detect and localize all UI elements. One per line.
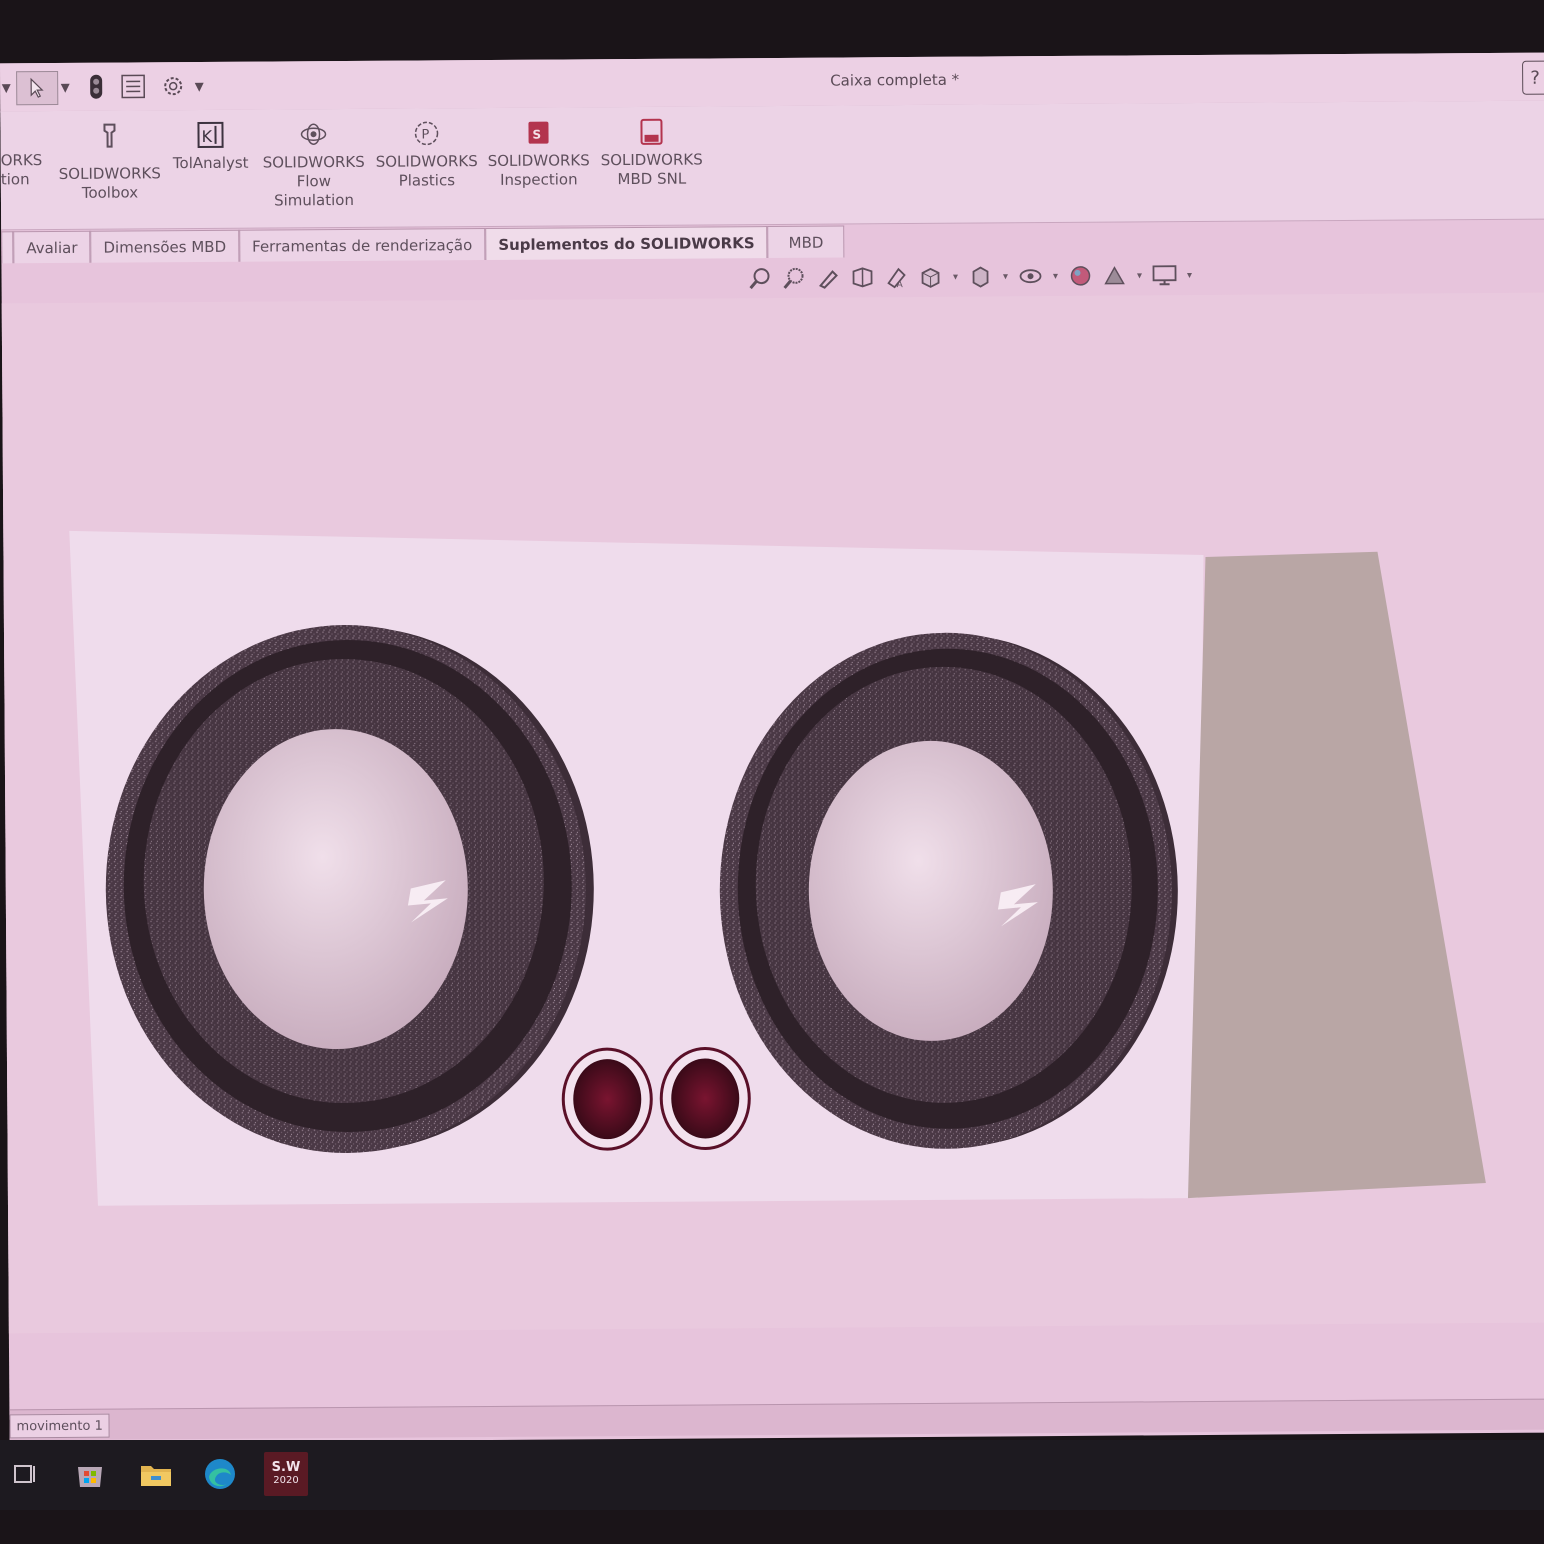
tab-suplementos-solidworks[interactable]: Suplementos do SOLIDWORKS xyxy=(485,226,768,261)
select-dropdown-icon[interactable]: ▾ xyxy=(58,71,72,103)
solidworks-window: ▾ ▾ ▾ Caixa completa * ? ORKS tion SOLID… xyxy=(0,52,1544,1444)
pointer-icon xyxy=(30,77,44,98)
ribbon-item-label: SOLIDWORKS Flow Simulation xyxy=(262,152,365,210)
windows-taskbar: S.W 2020 xyxy=(0,1440,1544,1510)
gear-icon[interactable] xyxy=(158,70,188,102)
ribbon-item-inspection[interactable]: S SOLIDWORKS Inspection xyxy=(484,117,593,190)
select-pointer-button[interactable] xyxy=(16,70,59,106)
gear-dropdown-icon[interactable]: ▾ xyxy=(192,70,206,102)
ribbon-item-mbd-snl[interactable]: SOLIDWORKS MBD SNL xyxy=(598,116,705,189)
edit-appearance-icon[interactable] xyxy=(1065,262,1095,290)
tab-avaliar[interactable]: Avaliar xyxy=(13,230,91,264)
tab-ferramentas-renderizacao[interactable]: Ferramentas de renderização xyxy=(238,228,486,262)
solidworks-badge-year: 2020 xyxy=(273,1475,299,1486)
flow-simulation-icon xyxy=(300,123,327,145)
motion-study-tab[interactable]: movimento 1 xyxy=(9,1413,110,1439)
svg-text:S: S xyxy=(532,128,541,142)
tab-mbd[interactable]: MBD xyxy=(767,225,845,259)
edge-browser-icon[interactable] xyxy=(198,1452,242,1496)
dropdown-arrow-icon[interactable]: ▾ xyxy=(0,71,12,103)
graphics-area[interactable] xyxy=(1,292,1544,1334)
speaker-left xyxy=(105,624,594,1153)
solidworks-badge-top: S.W xyxy=(271,1460,301,1475)
traffic-light-icon[interactable] xyxy=(84,71,108,103)
heads-up-view-toolbar: A ▾ ▾ ▾ ▾ ▾ xyxy=(745,259,1195,294)
side-panel xyxy=(1187,551,1486,1199)
window-title: Caixa completa * xyxy=(830,70,960,90)
ribbon-item-tolanalyst[interactable]: K TolAnalyst xyxy=(168,120,252,174)
view-settings-icon[interactable] xyxy=(1149,261,1179,289)
ribbon-item-label: TolAnalyst xyxy=(172,153,249,173)
bass-port-right xyxy=(659,1046,751,1150)
view-settings-dropdown-icon[interactable]: ▾ xyxy=(1183,270,1195,281)
plastics-icon: P xyxy=(414,121,439,146)
hide-show-dropdown-icon[interactable]: ▾ xyxy=(1049,270,1061,282)
svg-text:P: P xyxy=(421,127,429,142)
view-orientation-dropdown-icon[interactable]: ▾ xyxy=(949,271,961,282)
bass-port-left xyxy=(561,1047,653,1151)
inspection-icon: S xyxy=(528,121,549,144)
help-icon[interactable]: ? xyxy=(1522,60,1544,95)
svg-text:A: A xyxy=(897,280,904,289)
ribbon-item-label: SOLIDWORKS MBD SNL xyxy=(600,150,703,189)
apply-scene-icon[interactable] xyxy=(1099,262,1129,290)
tolanalyst-icon: K xyxy=(197,121,224,149)
display-style-icon[interactable] xyxy=(965,262,995,290)
zoom-to-area-icon[interactable] xyxy=(779,264,809,292)
tab-dimensoes-mbd[interactable]: Dimensões MBD xyxy=(90,229,240,263)
ribbon-item-label: SOLIDWORKS Plastics xyxy=(375,152,478,190)
toolbox-icon xyxy=(103,123,116,148)
ribbon-item-addin[interactable]: ORKS tion xyxy=(1,151,49,189)
section-view-icon[interactable] xyxy=(847,263,877,291)
ribbon-item-toolbox[interactable]: SOLIDWORKS Toolbox xyxy=(54,120,165,203)
zoom-to-fit-icon[interactable] xyxy=(745,264,775,292)
ribbon-item-label: ORKS tion xyxy=(0,151,43,189)
ribbon-item-flow-simulation[interactable]: SOLIDWORKS Flow Simulation xyxy=(258,119,369,211)
file-explorer-icon[interactable] xyxy=(134,1452,178,1496)
ribbon-item-label: SOLIDWORKS Inspection xyxy=(487,151,590,189)
ribbon-item-plastics[interactable]: P SOLIDWORKS Plastics xyxy=(372,118,481,191)
solidworks-2020-taskbar-icon[interactable]: S.W 2020 xyxy=(264,1452,308,1496)
mbd-snl-icon xyxy=(640,118,663,145)
svg-text:K: K xyxy=(201,127,212,146)
previous-view-icon[interactable] xyxy=(813,264,843,292)
status-bar: movimento 1 xyxy=(9,1398,1544,1441)
options-list-icon[interactable] xyxy=(118,70,148,102)
view-orientation-icon[interactable] xyxy=(915,263,945,291)
subwoofer-box-model[interactable] xyxy=(2,293,1544,1334)
tab-hidden[interactable] xyxy=(1,231,14,264)
display-style-dropdown-icon[interactable]: ▾ xyxy=(999,271,1011,282)
microsoft-store-icon[interactable] xyxy=(68,1452,112,1496)
speaker-right xyxy=(719,632,1178,1149)
ribbon: ORKS tion SOLIDWORKS Toolbox K TolAnalys… xyxy=(0,100,1544,231)
ribbon-item-label: SOLIDWORKS Toolbox xyxy=(58,164,161,202)
hide-show-items-icon[interactable] xyxy=(1015,262,1045,290)
dynamic-annotation-icon[interactable]: A xyxy=(881,263,911,291)
task-view-icon[interactable] xyxy=(4,1452,48,1496)
apply-scene-dropdown-icon[interactable]: ▾ xyxy=(1133,270,1145,281)
